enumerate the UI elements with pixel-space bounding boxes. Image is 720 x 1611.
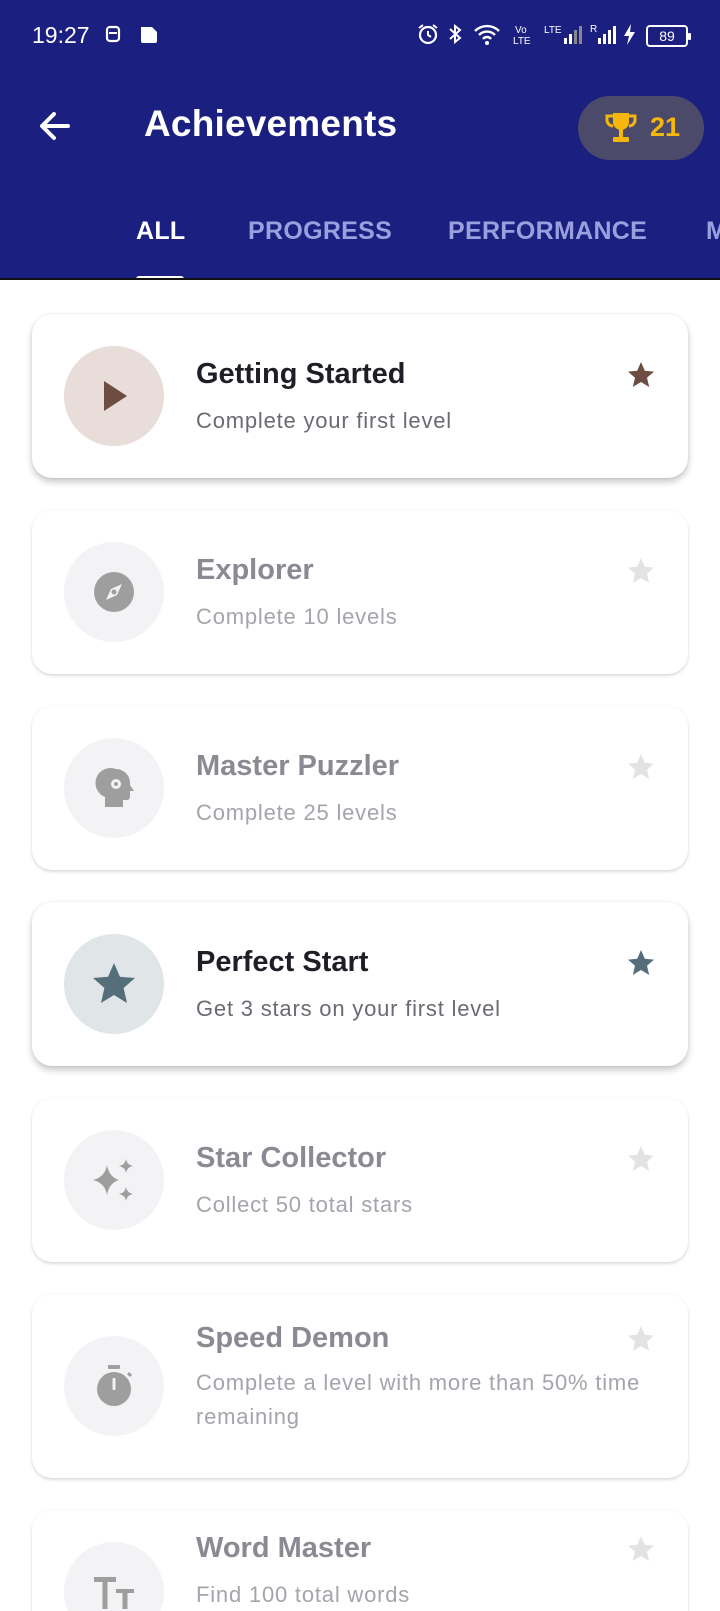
tab-all[interactable]: ALL bbox=[136, 217, 186, 246]
achievement-description: Find 100 total words bbox=[196, 1582, 411, 1607]
achievement-card-speed-demon[interactable]: Speed Demon Complete a level with more t… bbox=[32, 1294, 688, 1478]
charging-icon bbox=[624, 24, 635, 45]
achievement-badge bbox=[64, 542, 164, 642]
locked-star-icon bbox=[628, 1536, 654, 1561]
achievement-title: Explorer bbox=[196, 554, 314, 586]
achievement-title: Star Collector bbox=[196, 1142, 387, 1174]
achievement-card-getting-started[interactable]: Getting Started Complete your first leve… bbox=[32, 314, 688, 478]
achievement-title: Getting Started bbox=[196, 358, 406, 390]
page-title: Achievements bbox=[144, 103, 398, 144]
achievement-title: Speed Demon bbox=[196, 1322, 390, 1354]
locked-star-icon bbox=[628, 1326, 654, 1351]
sparkles-icon bbox=[93, 1159, 133, 1201]
achievement-title: Word Master bbox=[196, 1532, 372, 1564]
achievement-card-perfect-start[interactable]: Perfect Start Get 3 stars on your first … bbox=[32, 902, 688, 1066]
achievement-badge bbox=[64, 1336, 164, 1436]
compass-icon bbox=[94, 572, 134, 612]
notification-icon bbox=[105, 25, 121, 43]
trophy-icon bbox=[605, 113, 637, 142]
volte-icon: Vo LTE bbox=[513, 25, 531, 46]
status-bar: 19:27 Vo LTE LTE R 89 bbox=[0, 0, 720, 72]
app-notification-icon bbox=[141, 27, 157, 43]
locked-star-icon bbox=[628, 754, 654, 779]
timer-icon bbox=[97, 1365, 133, 1406]
achievement-description: Complete 25 levels bbox=[196, 800, 398, 825]
achievement-description: Get 3 stars on your first level bbox=[196, 996, 501, 1021]
achievement-title: Perfect Start bbox=[196, 946, 369, 978]
svg-text:R: R bbox=[590, 24, 597, 35]
psychology-icon bbox=[95, 767, 134, 807]
svg-text:LTE: LTE bbox=[544, 25, 562, 36]
earned-star-icon bbox=[628, 362, 654, 387]
locked-star-icon bbox=[628, 558, 654, 583]
trophy-counter: 21 bbox=[578, 96, 704, 160]
wifi-icon bbox=[474, 24, 500, 45]
achievement-badge bbox=[64, 738, 164, 838]
svg-text:LTE: LTE bbox=[513, 36, 531, 46]
achievement-card-word-master[interactable]: Word Master Find 100 total words bbox=[32, 1510, 688, 1611]
back-arrow-icon[interactable] bbox=[34, 104, 78, 148]
achievement-description: Complete your first level bbox=[196, 408, 452, 433]
achievement-card-star-collector[interactable]: Star Collector Collect 50 total stars bbox=[32, 1098, 688, 1262]
earned-star-icon bbox=[628, 950, 654, 975]
battery-indicator: 89 bbox=[646, 25, 691, 47]
tab-bar: ALL PROGRESS PERFORMANCE M bbox=[0, 200, 720, 281]
achievement-badge bbox=[64, 346, 164, 446]
app-header: 19:27 Vo LTE LTE R 89 Achievements 21 AL… bbox=[0, 0, 720, 281]
tab-more[interactable]: M bbox=[706, 217, 720, 246]
achievement-card-master-puzzler[interactable]: Master Puzzler Complete 25 levels bbox=[32, 706, 688, 870]
alarm-icon bbox=[418, 24, 438, 45]
achievement-description: Complete a level with more than 50% time… bbox=[196, 1370, 641, 1429]
status-time: 19:27 bbox=[32, 22, 90, 48]
signal-lte-icon: LTE bbox=[544, 25, 582, 44]
achievement-badge bbox=[64, 1130, 164, 1230]
achievement-description: Collect 50 total stars bbox=[196, 1192, 413, 1217]
header-divider bbox=[0, 278, 720, 280]
achievement-badge bbox=[64, 1542, 164, 1611]
trophy-count: 21 bbox=[650, 112, 681, 142]
achievement-title: Master Puzzler bbox=[196, 750, 400, 782]
text-size-icon bbox=[94, 1577, 134, 1609]
signal-roaming-icon: R bbox=[590, 24, 616, 44]
achievement-badge bbox=[64, 934, 164, 1034]
star-icon bbox=[93, 963, 135, 1003]
bluetooth-icon bbox=[449, 23, 462, 45]
svg-text:Vo: Vo bbox=[515, 25, 527, 36]
play-icon bbox=[104, 381, 127, 411]
achievement-card-explorer[interactable]: Explorer Complete 10 levels bbox=[32, 510, 688, 674]
tab-performance[interactable]: PERFORMANCE bbox=[448, 217, 647, 246]
achievement-description: Complete 10 levels bbox=[196, 604, 398, 629]
locked-star-icon bbox=[628, 1146, 654, 1171]
tab-progress[interactable]: PROGRESS bbox=[248, 217, 392, 246]
